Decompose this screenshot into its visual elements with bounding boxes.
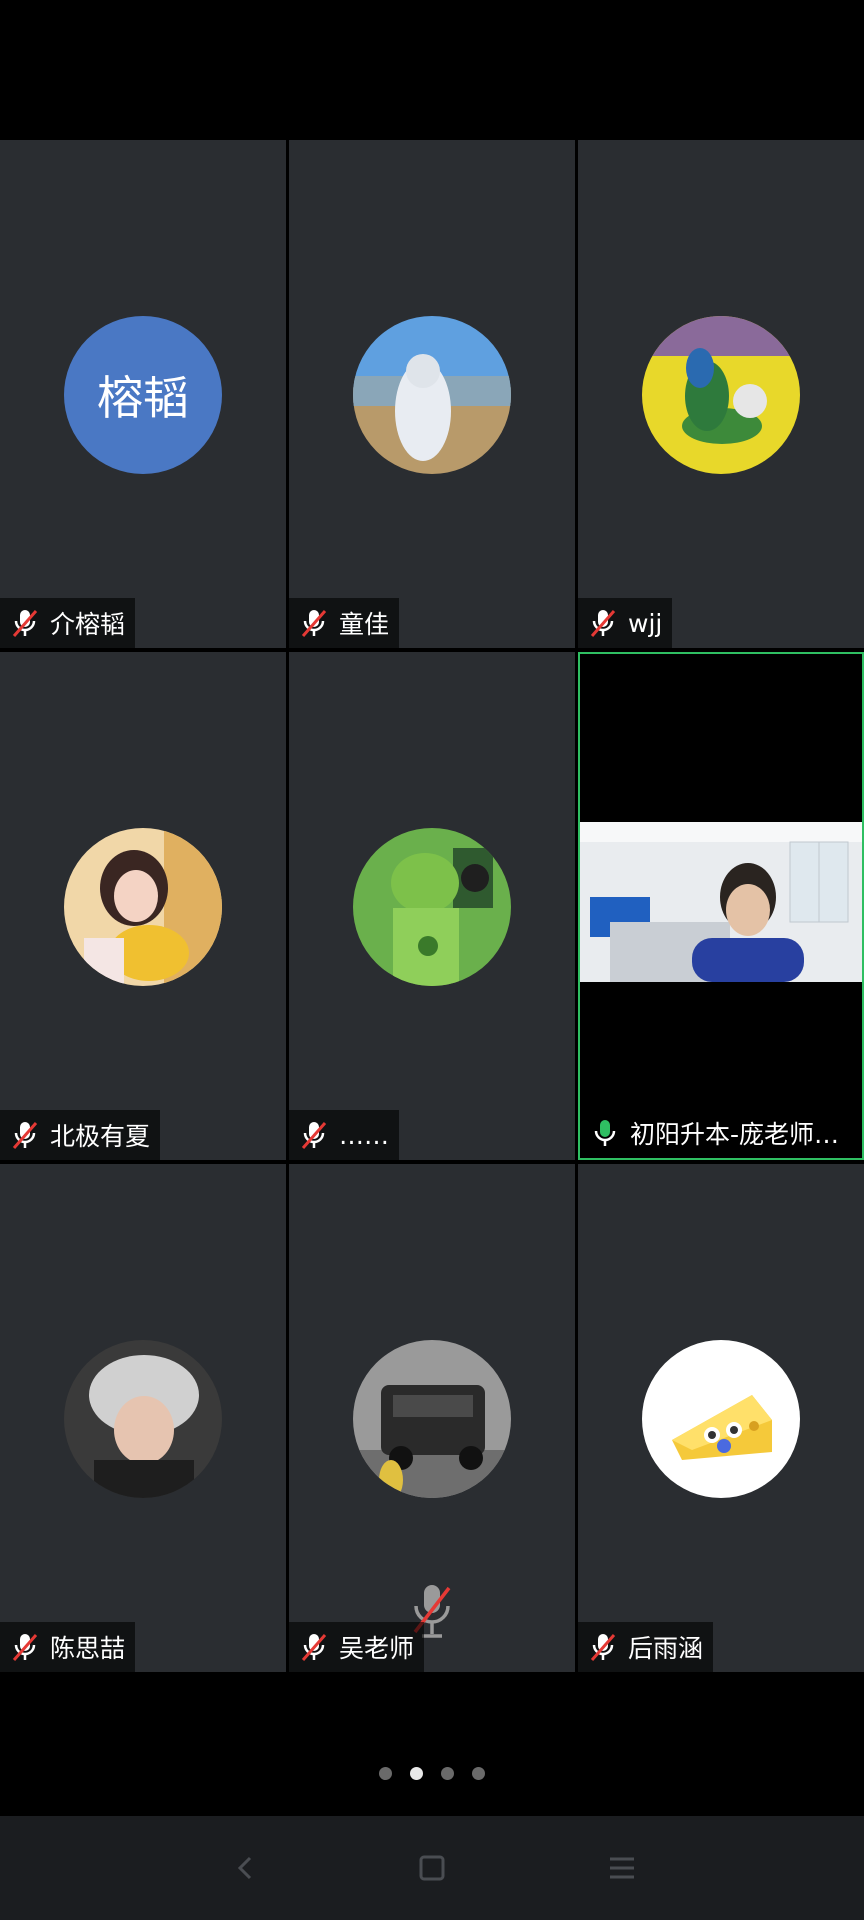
video-feed (580, 822, 862, 982)
participant-name: 后雨涵 (628, 1634, 704, 1663)
participant-tile[interactable]: 榕韬 介榕韬 (0, 140, 286, 648)
name-badge: 北极有夏 (0, 1110, 161, 1160)
mic-muted-icon (590, 1634, 616, 1661)
back-icon[interactable] (226, 1848, 266, 1888)
participant-tile[interactable]: 童佳 (289, 140, 575, 648)
name-badge: …… (289, 1110, 399, 1160)
participant-tile[interactable]: 吴老师 (289, 1164, 575, 1672)
name-badge: 后雨涵 (578, 1622, 714, 1672)
participant-name: 北极有夏 (50, 1122, 151, 1151)
name-badge: wjj (578, 598, 673, 648)
avatar-image (64, 1340, 222, 1498)
mic-muted-icon (301, 1634, 327, 1661)
avatar-image (64, 828, 222, 986)
name-badge: 初阳升本-庞老师… (580, 1108, 850, 1158)
participant-tile-active-speaker[interactable]: 初阳升本-庞老师… (578, 652, 864, 1160)
mic-muted-icon (301, 610, 327, 637)
page-dot-active[interactable] (410, 1767, 423, 1780)
mic-muted-icon (12, 1122, 38, 1149)
mic-muted-icon (301, 1122, 327, 1149)
mic-muted-icon (12, 610, 38, 637)
avatar-image (353, 1340, 511, 1498)
name-badge: 陈思喆 (0, 1622, 136, 1672)
avatar-image (642, 316, 800, 474)
system-navigation-bar (0, 1816, 864, 1920)
avatar-image (353, 316, 511, 474)
participant-tile[interactable]: 后雨涵 (578, 1164, 864, 1672)
name-badge: 童佳 (289, 598, 400, 648)
participant-name: wjj (628, 608, 663, 638)
avatar-image (353, 828, 511, 986)
name-badge: 介榕韬 (0, 598, 136, 648)
participant-name: 童佳 (339, 610, 390, 639)
participant-name: 吴老师 (339, 1634, 415, 1663)
participant-name: 初阳升本-庞老师… (630, 1120, 840, 1149)
participant-tile[interactable]: …… (289, 652, 575, 1160)
participant-tile[interactable]: 陈思喆 (0, 1164, 286, 1672)
mic-muted-icon (12, 1634, 38, 1661)
participant-name: 介榕韬 (50, 610, 126, 639)
page-dot[interactable] (472, 1767, 485, 1780)
page-dot[interactable] (379, 1767, 392, 1780)
page-indicator[interactable] (0, 1767, 864, 1780)
mic-active-icon (594, 1120, 616, 1146)
avatar: 榕韬 (64, 316, 222, 474)
home-icon[interactable] (412, 1848, 452, 1888)
participant-tile[interactable]: 北极有夏 (0, 652, 286, 1160)
avatar-initials: 榕韬 (97, 371, 189, 425)
participant-name: …… (339, 1120, 389, 1150)
avatar-image (642, 1340, 800, 1498)
participant-name: 陈思喆 (50, 1634, 126, 1663)
name-badge: 吴老师 (289, 1622, 425, 1672)
participant-grid: 榕韬 介榕韬 童佳 wjj 北极有夏 …… 初阳升本-庞老师… 陈思喆 吴老师 … (0, 140, 864, 1675)
page-dot[interactable] (441, 1767, 454, 1780)
mic-muted-icon (590, 610, 616, 637)
menu-icon[interactable] (602, 1848, 642, 1888)
participant-tile[interactable]: wjj (578, 140, 864, 648)
